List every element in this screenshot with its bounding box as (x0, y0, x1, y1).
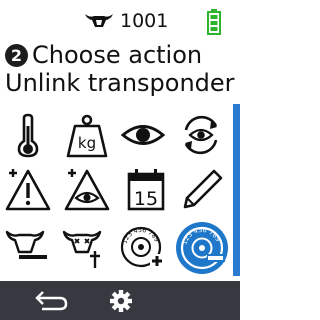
action-calendar[interactable]: 15 (123, 166, 169, 212)
calendar-day: 15 (134, 188, 158, 210)
alert-plus-icon (5, 169, 51, 211)
step-number-badge: 2 (5, 44, 28, 67)
action-recheck[interactable] (178, 112, 224, 158)
eye-alert-plus-icon (64, 169, 110, 211)
weight-kg-icon: kg (66, 114, 108, 158)
action-alert[interactable] (5, 166, 51, 212)
action-edit[interactable] (180, 166, 226, 212)
action-observe-alert[interactable] (64, 166, 110, 212)
settings-button[interactable] (105, 281, 137, 320)
eye-icon (120, 125, 166, 145)
pencil-icon (183, 169, 223, 209)
remove-animal-icon (5, 230, 47, 259)
title-text: Choose action (32, 41, 203, 69)
action-thermometer[interactable] (5, 112, 51, 158)
calendar-icon: 15 (127, 169, 165, 211)
gear-icon (110, 290, 132, 312)
action-dead-animal[interactable] (62, 224, 108, 270)
battery-full-icon (207, 9, 221, 35)
action-grid: kg 15 123 456 789 123 456 789 (0, 108, 232, 280)
action-unlink-transponder[interactable]: 123 456 789 (176, 222, 228, 274)
kg-label: kg (78, 134, 96, 152)
scrollbar[interactable] (233, 104, 240, 276)
screen-title: 2 Choose action (5, 41, 240, 69)
cow-head-icon (85, 14, 113, 27)
eye-recheck-icon (184, 115, 218, 155)
back-arrow-icon (35, 291, 68, 311)
unlink-transponder-icon: 123 456 789 (176, 222, 228, 274)
softkey-bar (0, 281, 240, 320)
action-link-transponder[interactable]: 123 456 789 (118, 224, 164, 270)
scrollbar-thumb[interactable] (233, 104, 240, 276)
screen-subtitle: Unlink transponder (5, 69, 235, 97)
status-bar: 1001 (0, 0, 240, 40)
dead-animal-icon (62, 230, 102, 268)
action-weight[interactable]: kg (64, 112, 110, 158)
link-transponder-icon: 123 456 789 (120, 226, 164, 268)
thermometer-icon (17, 113, 39, 158)
transponder-number: 123 456 789 (121, 227, 160, 245)
action-remove-animal[interactable] (5, 224, 51, 270)
back-button[interactable] (28, 281, 72, 320)
action-observe[interactable] (120, 112, 166, 158)
animal-number: 1001 (120, 10, 169, 32)
